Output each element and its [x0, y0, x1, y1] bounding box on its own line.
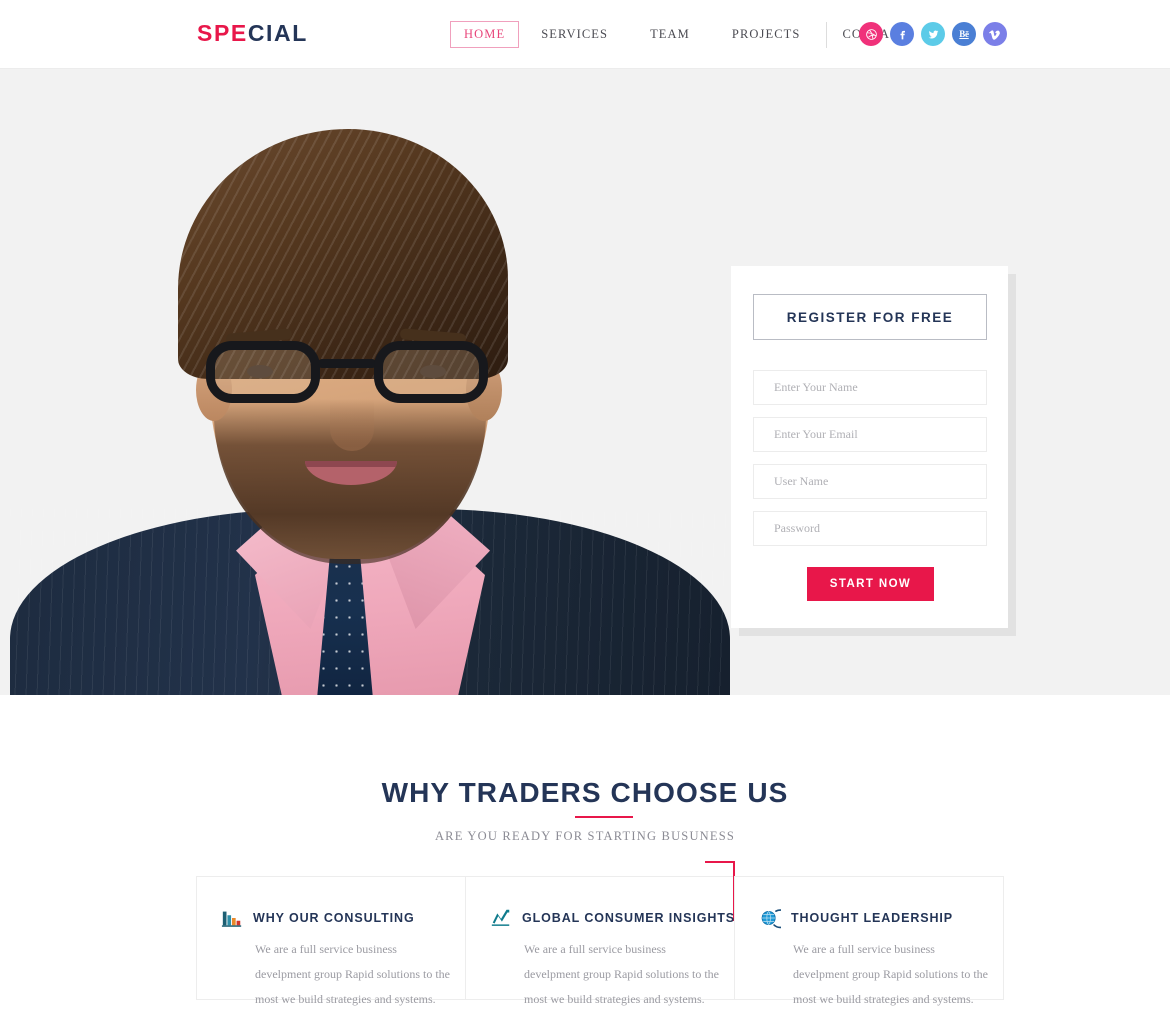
register-card: REGISTER FOR FREE START NOW [731, 266, 1008, 628]
hero-photo [0, 69, 735, 695]
email-field[interactable] [753, 417, 987, 452]
bar-chart-icon [221, 907, 243, 929]
why-section: WHY TRADERS CHOOSE US ARE YOU READY FOR … [0, 695, 1170, 1006]
name-field[interactable] [753, 370, 987, 405]
vimeo-icon[interactable] [983, 22, 1007, 46]
nav-item-team[interactable]: TEAM [636, 21, 704, 48]
site-header: SPECIAL HOME SERVICES TEAM PROJECTS CONT… [0, 0, 1170, 69]
photo-lens-left [206, 341, 320, 403]
dribbble-icon[interactable] [859, 22, 883, 46]
section-title: WHY TRADERS CHOOSE US [381, 777, 789, 808]
card-title: WHY OUR CONSULTING [253, 911, 415, 925]
card-title: THOUGHT LEADERSHIP [791, 911, 954, 925]
twitter-icon[interactable] [921, 22, 945, 46]
nav-item-services[interactable]: SERVICES [527, 21, 622, 48]
card-title: GLOBAL CONSUMER INSIGHTS [522, 911, 736, 925]
card-body: We are a full service business develpmen… [255, 942, 450, 1006]
card-body: We are a full service business develpmen… [793, 942, 988, 1006]
photo-lens-bridge [318, 359, 376, 368]
social-links: Bē [859, 22, 1007, 46]
behance-icon[interactable]: Bē [952, 22, 976, 46]
photo-nose [330, 399, 374, 451]
nav-item-home[interactable]: HOME [450, 21, 520, 48]
eyeglasses-icon [202, 341, 492, 405]
register-title-box: REGISTER FOR FREE [753, 294, 987, 340]
card-body: We are a full service business develpmen… [524, 942, 719, 1006]
facebook-icon[interactable] [890, 22, 914, 46]
photo-lens-right [374, 341, 488, 403]
header-divider [826, 22, 827, 48]
logo-accent-text: SPE [197, 20, 248, 46]
section-underline [575, 816, 633, 818]
main-navigation: HOME SERVICES TEAM PROJECTS CONTACT [450, 0, 922, 69]
start-now-button[interactable]: START NOW [807, 567, 934, 601]
feature-card-list: WHY OUR CONSULTING We are a full service… [196, 861, 1008, 1006]
feature-card-leadership[interactable]: THOUGHT LEADERSHIP We are a full service… [734, 876, 1004, 1006]
feature-card-consulting[interactable]: WHY OUR CONSULTING We are a full service… [196, 876, 466, 1006]
trending-up-icon [490, 907, 512, 929]
register-title: REGISTER FOR FREE [786, 309, 954, 325]
logo-rest-text: CIAL [247, 20, 308, 46]
section-subtitle: ARE YOU READY FOR STARTING BUSUNESS [434, 829, 736, 843]
username-field[interactable] [753, 464, 987, 499]
feature-card-insights[interactable]: GLOBAL CONSUMER INSIGHTS We are a full s… [465, 861, 735, 1006]
card-header: GLOBAL CONSUMER INSIGHTS [490, 907, 735, 929]
hero-section: REGISTER FOR FREE START NOW [0, 69, 1170, 695]
site-logo[interactable]: SPECIAL [197, 20, 308, 47]
card-header: THOUGHT LEADERSHIP [759, 907, 953, 929]
nav-item-projects[interactable]: PROJECTS [718, 21, 815, 48]
globe-icon [759, 907, 790, 929]
card-header: WHY OUR CONSULTING [221, 907, 415, 929]
password-field[interactable] [753, 511, 987, 546]
